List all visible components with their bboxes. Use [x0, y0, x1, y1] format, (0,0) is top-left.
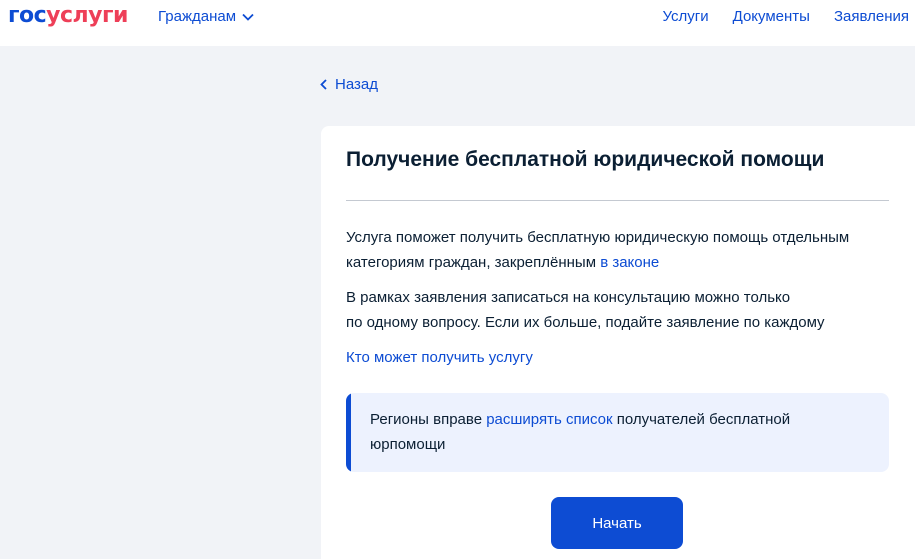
chevron-left-icon: [320, 79, 327, 90]
citizens-menu[interactable]: Гражданам: [158, 8, 254, 25]
citizens-menu-label: Гражданам: [158, 8, 237, 25]
consultation-note-line2: по одному вопросу. Если их больше, подай…: [346, 314, 825, 331]
top-header: госуслуги Гражданам Услуги Документы Зая…: [0, 0, 915, 46]
consultation-note-line1: В рамках заявления записаться на консуль…: [346, 289, 791, 306]
nav-applications[interactable]: Заявления: [834, 8, 909, 25]
description-text: Услуга поможет получить бесплатную юриди…: [346, 229, 850, 271]
back-label: Назад: [335, 76, 378, 93]
expand-list-link[interactable]: расширять список: [486, 411, 612, 428]
regions-notice: Регионы вправе расширять список получате…: [346, 393, 889, 472]
title-divider: [346, 200, 889, 201]
service-card: Получение бесплатной юридической помощи …: [321, 126, 915, 559]
page-title: Получение бесплатной юридической помощи: [346, 148, 825, 171]
top-nav: Услуги Документы Заявления: [663, 8, 910, 25]
law-link[interactable]: в законе: [600, 254, 659, 271]
nav-services[interactable]: Услуги: [663, 8, 709, 25]
chevron-down-icon: [242, 13, 254, 21]
nav-documents[interactable]: Документы: [733, 8, 810, 25]
logo-part-gos: гос: [8, 3, 47, 28]
who-can-apply-link[interactable]: Кто может получить услугу: [346, 345, 533, 370]
start-button[interactable]: Начать: [551, 497, 683, 549]
logo-part-uslugi: услуги: [46, 3, 128, 28]
gosuslugi-logo[interactable]: госуслуги: [8, 3, 128, 28]
consultation-note: В рамках заявления записаться на консуль…: [346, 285, 901, 335]
notice-text-before: Регионы вправе: [370, 411, 487, 428]
notice-text: Регионы вправе расширять список получате…: [370, 407, 850, 457]
service-description: Услуга поможет получить бесплатную юриди…: [346, 225, 901, 275]
back-link[interactable]: Назад: [320, 76, 378, 93]
notice-accent-bar: [346, 393, 351, 472]
